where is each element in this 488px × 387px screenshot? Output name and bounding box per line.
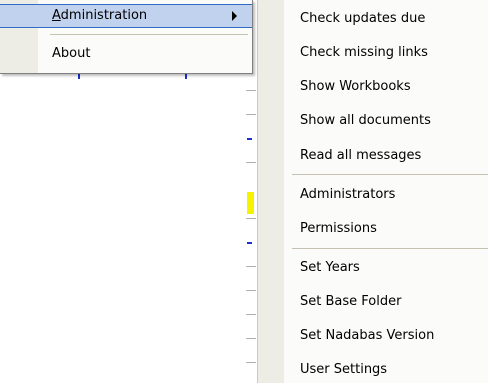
menu-item-label: Check updates due — [300, 11, 426, 26]
background-tick — [246, 218, 256, 219]
background-tick — [246, 314, 256, 315]
background-tick — [246, 162, 256, 163]
background-marker — [247, 242, 252, 244]
menu-separator — [292, 174, 488, 175]
menu-item-label: Administration — [52, 8, 148, 23]
menu-item-about[interactable]: About — [0, 42, 252, 66]
menu-item-label: Read all messages — [300, 148, 422, 163]
menu-item-label: About — [52, 46, 91, 61]
menu-separator — [292, 248, 488, 249]
background-tick — [246, 90, 256, 91]
menu-item-user-settings[interactable]: User Settings — [258, 353, 488, 387]
menu-item-label: Set Base Folder — [300, 294, 402, 309]
administration-submenu: Check updates due Check missing links Sh… — [258, 0, 488, 383]
background-tick — [246, 266, 256, 267]
menu-item-show-workbooks[interactable]: Show Workbooks — [258, 70, 488, 104]
menu-item-label: User Settings — [300, 362, 388, 377]
menu-item-check-updates-due[interactable]: Check updates due — [258, 2, 488, 36]
menu-item-label: Administrators — [300, 187, 396, 202]
menu-item-label: Permissions — [300, 221, 377, 236]
menu-item-set-nadabas-version[interactable]: Set Nadabas Version — [258, 319, 488, 353]
menu-item-label: Check missing links — [300, 45, 428, 60]
chevron-right-icon — [232, 11, 237, 21]
menu-item-administrators[interactable]: Administrators — [258, 178, 488, 212]
background-tick — [246, 290, 256, 291]
menu-item-label: Show Workbooks — [300, 79, 411, 94]
menu-item-check-missing-links[interactable]: Check missing links — [258, 36, 488, 70]
menu-item-permissions[interactable]: Permissions — [258, 212, 488, 246]
menu-item-set-base-folder[interactable]: Set Base Folder — [258, 285, 488, 319]
menu-item-label: Set Years — [300, 260, 360, 275]
menu-separator — [50, 34, 248, 35]
background-tick — [246, 338, 256, 339]
background-marker — [247, 138, 252, 140]
menu-item-label: Show all documents — [300, 113, 431, 128]
background-tick — [246, 114, 256, 115]
background-highlight — [247, 192, 254, 214]
menu-item-show-all-documents[interactable]: Show all documents — [258, 104, 488, 138]
menu-item-set-years[interactable]: Set Years — [258, 251, 488, 285]
background-tick — [246, 362, 256, 363]
parent-menu: Administration About — [0, 0, 253, 74]
menu-item-read-all-messages[interactable]: Read all messages — [258, 139, 488, 173]
menu-item-label: Set Nadabas Version — [300, 328, 435, 343]
menu-item-administration[interactable]: Administration — [0, 4, 252, 28]
